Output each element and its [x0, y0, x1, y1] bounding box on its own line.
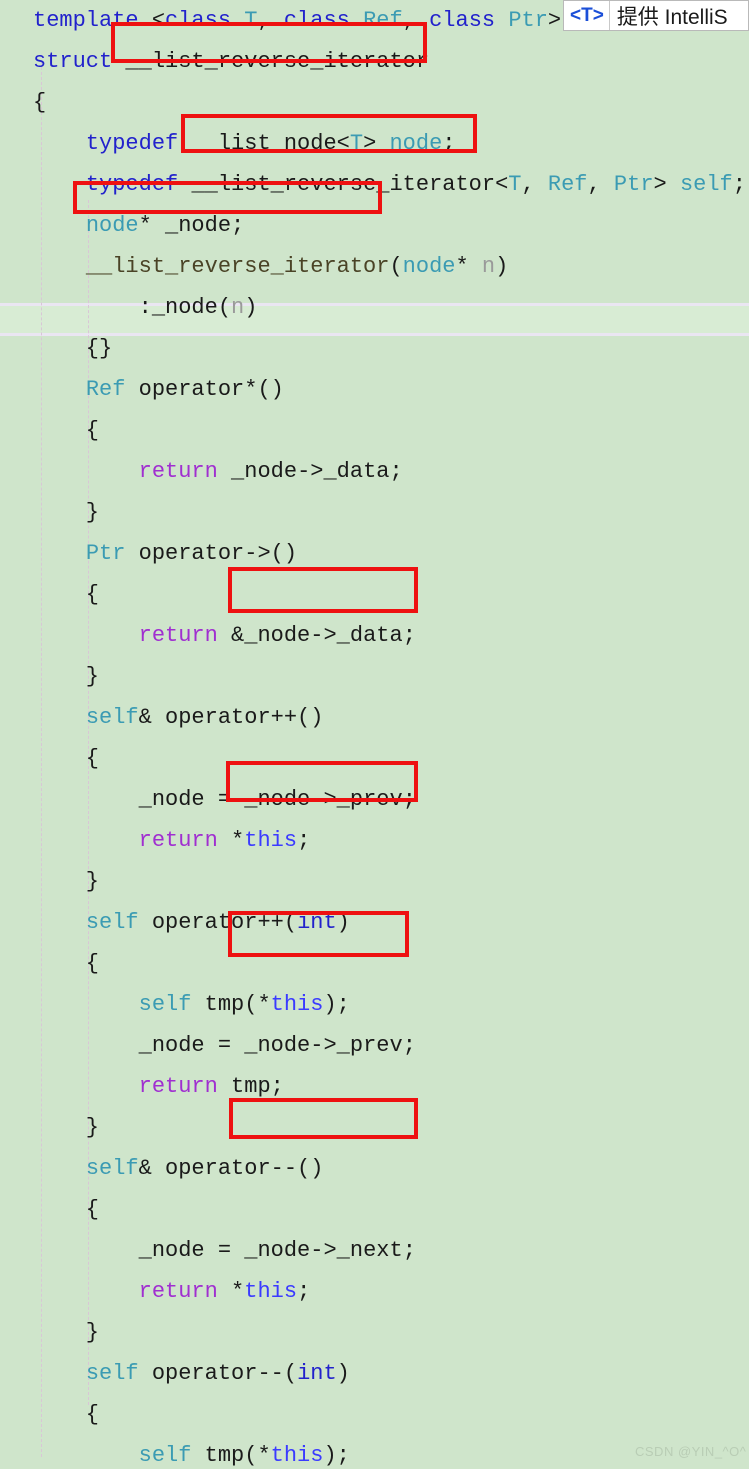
code-line[interactable]: self& operator++()	[0, 697, 749, 738]
code-line[interactable]: }	[0, 1312, 749, 1353]
code-line[interactable]: {	[0, 1394, 749, 1435]
code-line[interactable]: _node = _node->_prev;	[0, 1025, 749, 1066]
code-line[interactable]: :_node(n)	[0, 287, 749, 328]
code-line[interactable]: return &_node->_data;	[0, 615, 749, 656]
code-line[interactable]: _node = _node->_next;	[0, 1230, 749, 1271]
box-decr-next	[228, 911, 409, 957]
code-line[interactable]: self operator--(int)	[0, 1353, 749, 1394]
code-text-layer[interactable]: template <class T, class Ref, class Ptr>…	[0, 0, 749, 1469]
code-line[interactable]: {}	[0, 328, 749, 369]
code-line[interactable]: return *this;	[0, 820, 749, 861]
code-line[interactable]: self& operator--()	[0, 1148, 749, 1189]
box-incr-prev	[228, 567, 418, 613]
code-line[interactable]: return _node->_data;	[0, 451, 749, 492]
code-editor-screenshot: template <class T, class Ref, class Ptr>…	[0, 0, 749, 1469]
box-typedef-self	[181, 114, 477, 153]
intellisense-tooltip: <T> 提供 IntelliS	[563, 0, 749, 31]
box-struct-name	[111, 22, 427, 63]
code-line[interactable]: Ref operator*()	[0, 369, 749, 410]
box-postincr-prev	[226, 761, 418, 802]
code-line[interactable]: }	[0, 861, 749, 902]
code-line[interactable]: {	[0, 410, 749, 451]
csdn-watermark: CSDN @YIN_^O^	[635, 1444, 747, 1459]
box-ctor-name	[73, 181, 382, 214]
code-line[interactable]: }	[0, 656, 749, 697]
tooltip-text: 提供 IntelliS	[616, 5, 728, 29]
code-line[interactable]: __list_reverse_iterator(node* n)	[0, 246, 749, 287]
tooltip-tag: <T>	[570, 4, 604, 26]
code-line[interactable]: self tmp(*this);	[0, 984, 749, 1025]
box-postdecr-next	[229, 1098, 418, 1139]
code-line[interactable]: return *this;	[0, 1271, 749, 1312]
code-line[interactable]: {	[0, 1189, 749, 1230]
code-line[interactable]: }	[0, 492, 749, 533]
